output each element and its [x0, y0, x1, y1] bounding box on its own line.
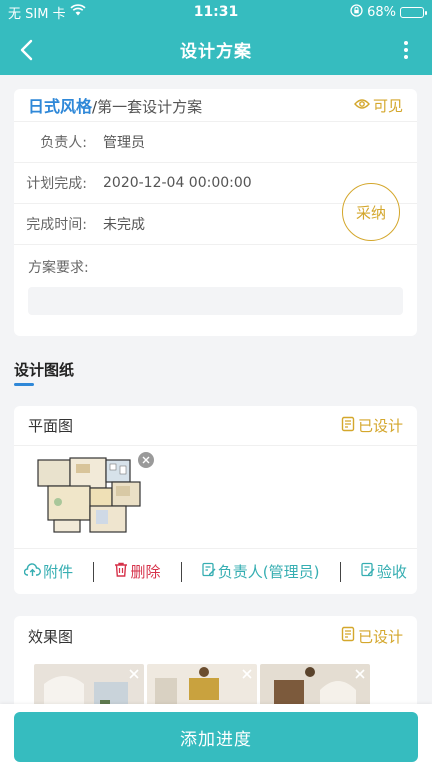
section-title-drawings: 设计图纸 — [14, 361, 75, 379]
rotation-lock-icon — [350, 3, 363, 21]
plan-drawing-card: 平面图 已设计 附件 删除 负责人(管理员) 验收 — [14, 406, 417, 594]
page-title: 设计方案 — [180, 42, 252, 62]
edit-document-icon — [361, 562, 375, 581]
battery-icon — [399, 6, 427, 18]
wifi-icon — [69, 4, 86, 20]
visibility-toggle[interactable]: 可见 — [354, 95, 403, 116]
scheme-title: 日式风格/第一套设计方案 — [28, 93, 202, 117]
header: 无 SIM 卡 11:31 68% 设计方案 — [0, 0, 432, 75]
effect-status: 已设计 — [341, 626, 403, 647]
eye-icon — [354, 96, 370, 114]
document-icon — [341, 416, 356, 436]
owner-label: 负责人: — [40, 135, 87, 151]
plan-title: 平面图 — [28, 417, 74, 435]
remove-image-icon[interactable] — [126, 666, 142, 682]
plan-actions: 附件 删除 负责人(管理员) 验收 — [14, 548, 417, 594]
plan-header: 平面图 已设计 — [14, 406, 417, 446]
back-icon[interactable] — [14, 38, 38, 62]
finish-time-label: 完成时间: — [26, 217, 87, 233]
effect-title: 效果图 — [28, 627, 74, 646]
effect-header: 效果图 已设计 — [14, 616, 417, 656]
visibility-label: 可见 — [372, 96, 403, 115]
cloud-upload-icon — [23, 562, 42, 581]
nav-bar: 设计方案 — [0, 24, 432, 75]
owner-action-label: 负责人(管理员) — [217, 563, 320, 581]
planned-finish-label: 计划完成: — [26, 176, 87, 192]
owner-row: 负责人: 管理员 — [14, 122, 417, 163]
action-divider — [339, 561, 341, 582]
section-underline — [14, 383, 34, 386]
status-time: 11:31 — [193, 4, 239, 20]
scheme-header: 日式风格/第一套设计方案 可见 — [14, 89, 417, 122]
plan-thumbnails — [14, 446, 417, 548]
battery-percent: 68% — [367, 4, 396, 20]
document-icon — [341, 626, 356, 646]
requirement-field — [28, 287, 403, 315]
remove-image-icon[interactable] — [138, 452, 154, 468]
add-progress-button[interactable]: 添加进度 — [14, 712, 418, 762]
remove-image-icon[interactable] — [352, 666, 368, 682]
carrier-label: 无 SIM 卡 — [8, 6, 66, 22]
scheme-style: 日式风格 — [28, 97, 93, 116]
accept-label: 验收 — [376, 563, 407, 581]
action-divider — [180, 561, 182, 582]
status-bar: 无 SIM 卡 11:31 68% — [0, 0, 432, 24]
owner-value: 管理员 — [103, 135, 145, 151]
more-icon[interactable] — [394, 38, 418, 62]
action-divider — [93, 561, 95, 582]
adopt-button[interactable]: 采纳 — [342, 183, 400, 241]
plan-status-label: 已设计 — [357, 417, 403, 435]
delete-button[interactable]: 删除 — [114, 561, 160, 582]
scheme-name: 第一套设计方案 — [97, 98, 203, 116]
effect-status-label: 已设计 — [357, 627, 403, 646]
attachment-label: 附件 — [43, 563, 74, 581]
attachment-button[interactable]: 附件 — [23, 561, 74, 582]
trash-icon — [114, 562, 128, 581]
scheme-card: 日式风格/第一套设计方案 可见 负责人: 管理员 计划完成: 2020-12-0… — [14, 89, 417, 336]
delete-label: 删除 — [130, 563, 161, 581]
bottom-bar: 添加进度 — [0, 704, 432, 768]
requirement-label: 方案要求: — [28, 260, 89, 276]
edit-document-icon — [202, 562, 216, 581]
accept-button[interactable]: 验收 — [361, 561, 407, 582]
finish-time-value: 未完成 — [103, 217, 145, 233]
remove-image-icon[interactable] — [239, 666, 255, 682]
floorplan-image[interactable] — [34, 452, 154, 536]
owner-button[interactable]: 负责人(管理员) — [202, 561, 320, 582]
planned-finish-value: 2020-12-04 00:00:00 — [103, 175, 252, 191]
plan-status: 已设计 — [341, 415, 403, 436]
